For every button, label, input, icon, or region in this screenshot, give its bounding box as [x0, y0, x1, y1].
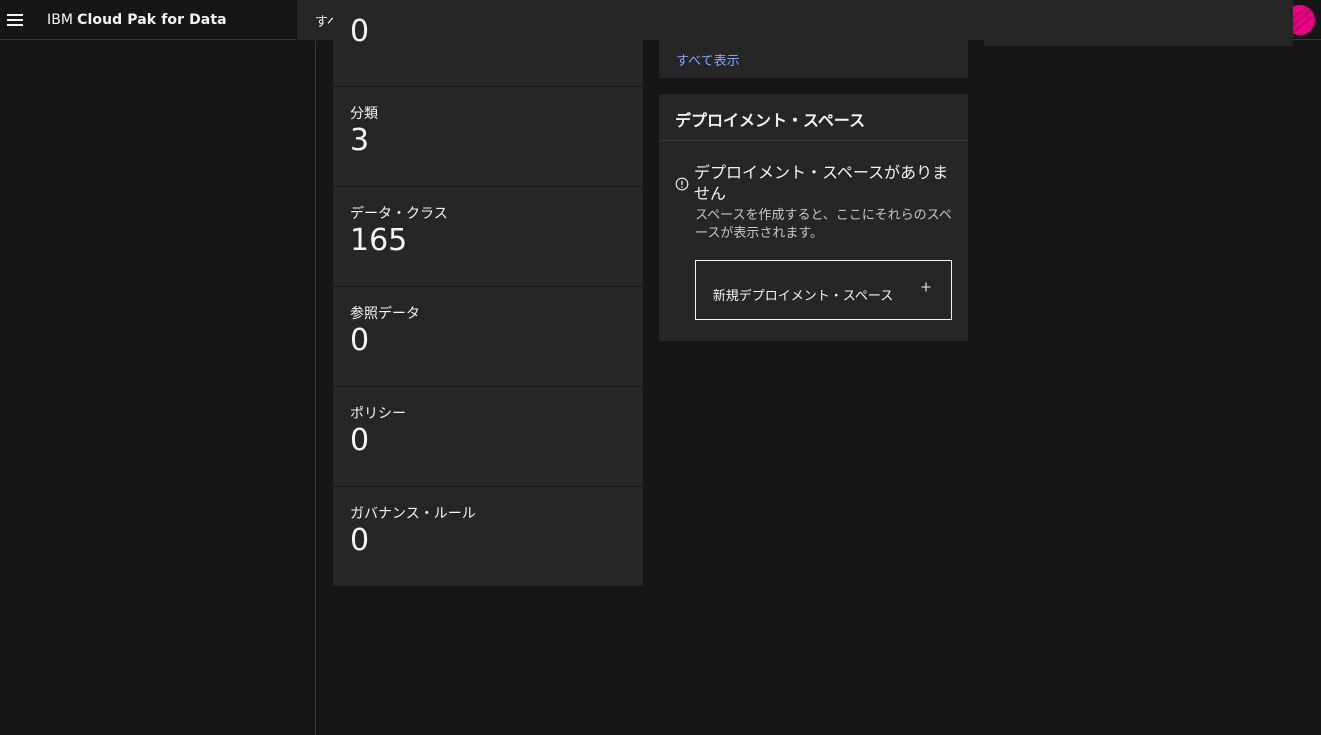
brand-product-name: Cloud Pak for Data: [77, 12, 227, 28]
stat-label: ポリシー: [350, 406, 406, 422]
new-deployment-space-label: 新規デプロイメント・スペース: [712, 288, 894, 303]
deployment-spaces-card: デプロイメント・スペース デプロイメント・スペースがありません スペースを作成す…: [659, 94, 968, 341]
stat-tile[interactable]: 0: [333, 0, 643, 86]
stat-tile-governance-rules[interactable]: ガバナンス・ルール 0: [333, 486, 643, 586]
stat-label: 分類: [350, 106, 378, 122]
left-sidebar: [0, 41, 316, 735]
right-card: [984, 0, 1293, 46]
hamburger-menu-icon[interactable]: [0, 0, 30, 40]
stat-value: 0: [350, 523, 370, 558]
stat-label: ガバナンス・ルール: [350, 506, 476, 522]
brand-ibm: IBM: [47, 12, 74, 28]
stat-value: 3: [350, 123, 370, 158]
stat-value: 165: [350, 223, 408, 258]
card-title: デプロイメント・スペース: [659, 94, 968, 141]
plus-icon: [921, 282, 931, 292]
stat-label: 参照データ: [350, 306, 420, 322]
new-deployment-space-button[interactable]: 新規デプロイメント・スペース: [695, 260, 952, 320]
stat-value: 0: [350, 323, 370, 358]
projects-card: すべて表示: [659, 0, 968, 78]
empty-state-title: デプロイメント・スペースがありません: [694, 163, 949, 203]
stat-tile-classifications[interactable]: 分類 3: [333, 86, 643, 186]
stat-tile-reference-data[interactable]: 参照データ 0: [333, 286, 643, 386]
info-icon: [675, 177, 689, 191]
stat-tile-policies[interactable]: ポリシー 0: [333, 386, 643, 486]
stat-tile-data-classes[interactable]: データ・クラス 165: [333, 186, 643, 286]
view-all-link[interactable]: すべて表示: [676, 50, 740, 69]
empty-state-description: スペースを作成すると、ここにそれらのスペースが表示されます。: [695, 208, 952, 241]
stat-label: データ・クラス: [350, 206, 448, 222]
product-brand[interactable]: IBM Cloud Pak for Data: [30, 0, 296, 40]
stat-value: 0: [350, 423, 370, 458]
governance-stats-panel: 0 分類 3 データ・クラス 165 参照データ 0 ポリシー 0 ガバナンス・…: [333, 0, 643, 586]
stat-value: 0: [350, 14, 370, 49]
